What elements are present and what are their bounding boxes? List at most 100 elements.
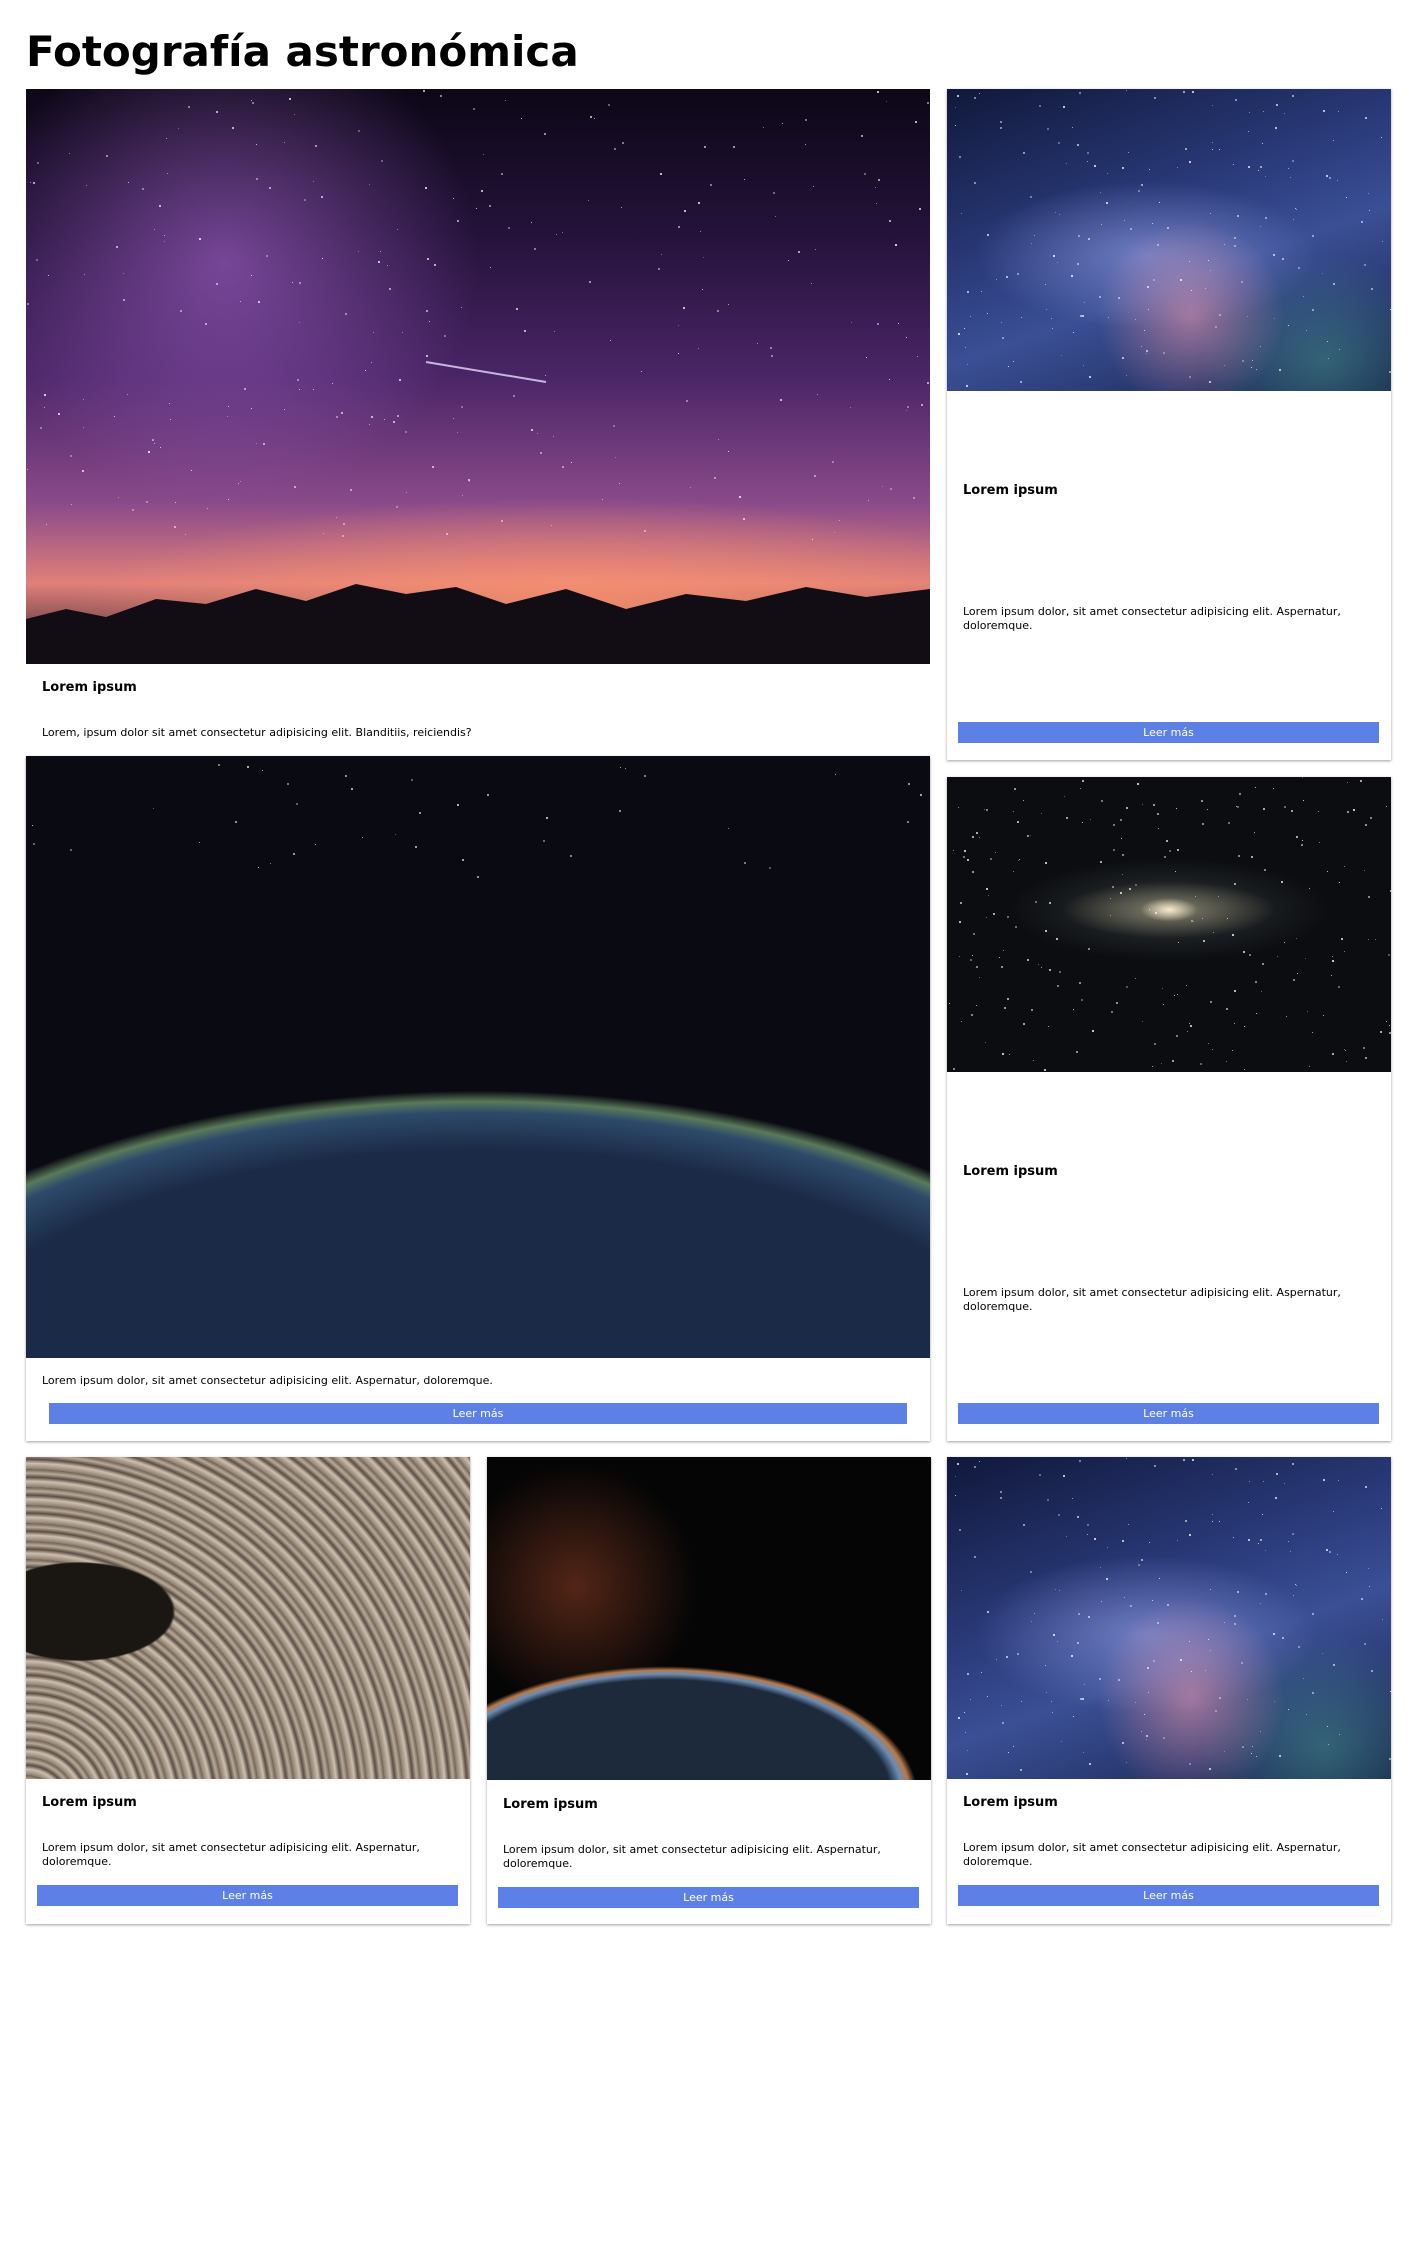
star — [1058, 1589, 1060, 1591]
star — [1326, 174, 1329, 177]
star — [1146, 1666, 1149, 1669]
star — [1259, 1602, 1261, 1604]
star — [958, 1528, 961, 1531]
star — [1048, 968, 1051, 971]
star — [1039, 104, 1042, 107]
star — [1031, 1008, 1034, 1011]
star — [1338, 882, 1340, 884]
star — [1176, 166, 1178, 168]
star — [1078, 1613, 1081, 1616]
star — [1179, 278, 1182, 281]
star — [964, 327, 966, 329]
star — [1030, 834, 1032, 836]
star — [1291, 1532, 1294, 1535]
star — [1051, 328, 1053, 330]
star — [1212, 148, 1214, 150]
star — [1255, 980, 1258, 983]
star — [1120, 837, 1122, 839]
star — [1210, 1000, 1213, 1003]
star — [1290, 809, 1293, 812]
star — [487, 794, 490, 797]
star — [218, 764, 221, 767]
star — [1030, 196, 1033, 199]
star — [1066, 1535, 1068, 1537]
star — [1141, 1730, 1143, 1732]
star — [1190, 1025, 1192, 1028]
star — [1107, 1699, 1109, 1701]
star — [1063, 795, 1065, 797]
star — [970, 1698, 972, 1700]
star — [1234, 98, 1237, 101]
star — [1019, 1768, 1022, 1771]
read-more-button[interactable]: Leer más — [37, 1885, 458, 1906]
read-more-button[interactable]: Leer más — [498, 1887, 919, 1908]
star — [1112, 886, 1115, 889]
star — [1168, 850, 1171, 853]
star — [1242, 950, 1245, 953]
star — [1145, 1739, 1147, 1740]
star — [1363, 1046, 1365, 1049]
star — [33, 843, 36, 846]
star — [1051, 1712, 1053, 1714]
star — [1058, 971, 1061, 974]
card-andromeda: Lorem ipsum Lorem ipsum dolor, sit amet … — [947, 777, 1391, 1441]
star — [834, 774, 836, 776]
star — [1113, 823, 1116, 826]
star — [1083, 301, 1085, 303]
star — [1078, 92, 1081, 95]
star — [1370, 816, 1373, 819]
star — [1251, 366, 1253, 368]
star — [1167, 1603, 1170, 1606]
star — [1083, 1683, 1085, 1685]
star — [1287, 167, 1289, 169]
star — [1260, 1539, 1263, 1542]
star — [1274, 317, 1276, 319]
star — [1260, 165, 1263, 168]
star — [1260, 1730, 1262, 1732]
star — [624, 767, 626, 769]
star — [1034, 900, 1037, 903]
read-more-button[interactable]: Leer más — [958, 1885, 1379, 1906]
star — [1263, 807, 1266, 810]
star — [986, 1611, 989, 1614]
star — [986, 312, 988, 314]
star — [1209, 212, 1211, 214]
star — [1237, 214, 1240, 217]
read-more-button[interactable]: Leer más — [958, 1403, 1379, 1424]
star — [1076, 144, 1079, 147]
star — [1374, 938, 1376, 940]
star — [979, 93, 981, 95]
earth-night-lights-photo — [26, 756, 930, 1358]
star — [293, 852, 296, 855]
card-title: Lorem ipsum — [963, 483, 1058, 498]
star — [1202, 918, 1204, 920]
star — [1062, 1474, 1065, 1477]
star — [1285, 1015, 1287, 1017]
star — [1255, 369, 1257, 371]
star — [1234, 236, 1236, 239]
read-more-button[interactable]: Leer más — [958, 722, 1379, 743]
star — [1323, 109, 1326, 112]
star — [1364, 824, 1367, 827]
star — [1146, 285, 1149, 288]
read-more-button[interactable]: Leer más — [49, 1403, 907, 1424]
star — [1001, 1052, 1004, 1055]
milky-way-photo — [947, 1457, 1391, 1779]
star — [1153, 279, 1156, 282]
star — [1237, 1590, 1240, 1593]
card-milky-way-2: Lorem ipsum Lorem ipsum dolor, sit amet … — [947, 1457, 1391, 1924]
star — [1255, 1012, 1257, 1014]
star — [546, 817, 549, 820]
star — [1386, 1020, 1388, 1022]
star — [1047, 128, 1049, 131]
star — [1360, 779, 1363, 782]
star — [1014, 787, 1017, 790]
star — [1128, 152, 1130, 154]
star — [1072, 331, 1074, 333]
star — [1176, 1034, 1179, 1037]
star — [1263, 868, 1266, 871]
star — [1292, 218, 1294, 220]
star — [1219, 1696, 1222, 1699]
card-text: Lorem ipsum dolor, sit amet consectetur … — [963, 1841, 1341, 1868]
star — [1076, 262, 1079, 265]
